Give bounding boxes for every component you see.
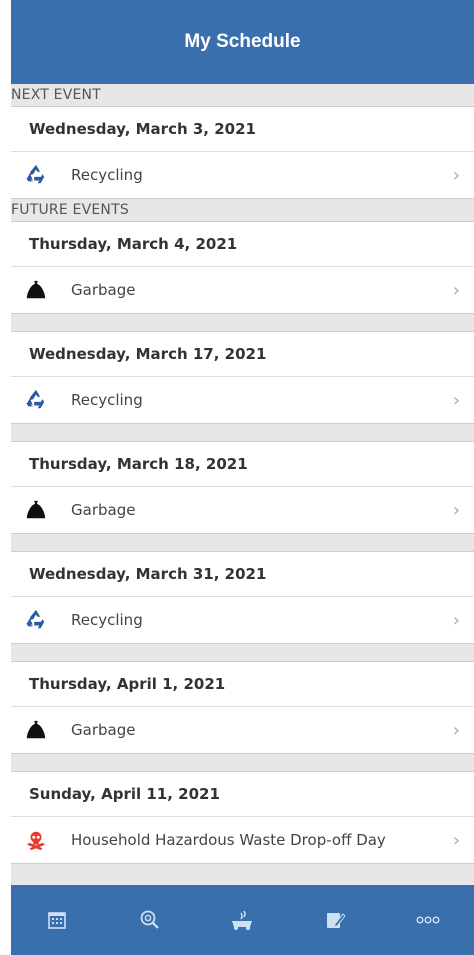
event-date: Wednesday, March 31, 2021 — [11, 552, 474, 597]
event-label: Household Hazardous Waste Drop-off Day — [71, 831, 386, 849]
report-icon — [325, 910, 346, 930]
header-bar: My Schedule — [11, 0, 474, 84]
tab-waste-wizard[interactable] — [222, 900, 262, 940]
card-gap — [11, 314, 474, 332]
tab-calendar[interactable] — [37, 900, 77, 940]
chevron-right-icon: › — [452, 829, 460, 851]
card-gap — [11, 644, 474, 662]
section-future-events: FUTURE EVENTS — [11, 199, 474, 222]
event-date: Thursday, March 18, 2021 — [11, 442, 474, 487]
event-row[interactable]: Recycling › — [11, 597, 474, 643]
event-label: Garbage — [71, 281, 136, 299]
event-card: Wednesday, March 17, 2021 Recycling › — [11, 332, 474, 424]
card-gap — [11, 534, 474, 552]
tab-report[interactable] — [315, 900, 355, 940]
hazard-skull-icon — [25, 829, 47, 851]
event-row[interactable]: Household Hazardous Waste Drop-off Day › — [11, 817, 474, 863]
search-icon — [139, 909, 161, 931]
chevron-right-icon: › — [452, 719, 460, 741]
event-row[interactable]: Garbage › — [11, 267, 474, 313]
chevron-right-icon: › — [452, 499, 460, 521]
event-date: Wednesday, March 3, 2021 — [11, 107, 474, 152]
event-label: Recycling — [71, 166, 143, 184]
event-card: Sunday, April 11, 2021 Household Hazardo… — [11, 772, 474, 864]
event-card: Wednesday, March 3, 2021 Recycling › — [11, 107, 474, 199]
recycle-icon — [25, 609, 47, 631]
event-row[interactable]: Garbage › — [11, 487, 474, 533]
chevron-right-icon: › — [452, 279, 460, 301]
event-card: Thursday, March 18, 2021 Garbage › — [11, 442, 474, 534]
card-gap — [11, 754, 474, 772]
chevron-right-icon: › — [452, 609, 460, 631]
event-label: Recycling — [71, 391, 143, 409]
event-label: Recycling — [71, 611, 143, 629]
garbage-bag-icon — [25, 719, 47, 741]
tab-search[interactable] — [130, 900, 170, 940]
garbage-bag-icon — [25, 499, 47, 521]
event-label: Garbage — [71, 721, 136, 739]
garbage-bag-icon — [25, 279, 47, 301]
event-row[interactable]: Garbage › — [11, 707, 474, 753]
event-date: Thursday, April 1, 2021 — [11, 662, 474, 707]
section-label-future: FUTURE EVENTS — [11, 202, 129, 218]
tab-more[interactable] — [408, 900, 448, 940]
recycle-icon — [25, 164, 47, 186]
event-card: Wednesday, March 31, 2021 Recycling › — [11, 552, 474, 644]
tab-bar — [11, 885, 474, 955]
event-date: Thursday, March 4, 2021 — [11, 222, 474, 267]
event-card: Thursday, April 1, 2021 Garbage › — [11, 662, 474, 754]
event-row[interactable]: Recycling › — [11, 377, 474, 423]
event-date: Wednesday, March 17, 2021 — [11, 332, 474, 377]
page-title: My Schedule — [184, 31, 301, 52]
section-label-next: NEXT EVENT — [11, 87, 101, 103]
chevron-right-icon: › — [452, 389, 460, 411]
event-card: Thursday, March 4, 2021 Garbage › — [11, 222, 474, 314]
chevron-right-icon: › — [452, 164, 460, 186]
event-row[interactable]: Recycling › — [11, 152, 474, 198]
calendar-icon — [47, 910, 67, 930]
more-icon — [416, 916, 440, 924]
app: My Schedule NEXT EVENT Wednesday, March … — [11, 0, 474, 955]
waste-wizard-icon — [229, 909, 255, 931]
section-next-event: NEXT EVENT — [11, 84, 474, 107]
event-date: Sunday, April 11, 2021 — [11, 772, 474, 817]
card-gap — [11, 424, 474, 442]
recycle-icon — [25, 389, 47, 411]
event-label: Garbage — [71, 501, 136, 519]
